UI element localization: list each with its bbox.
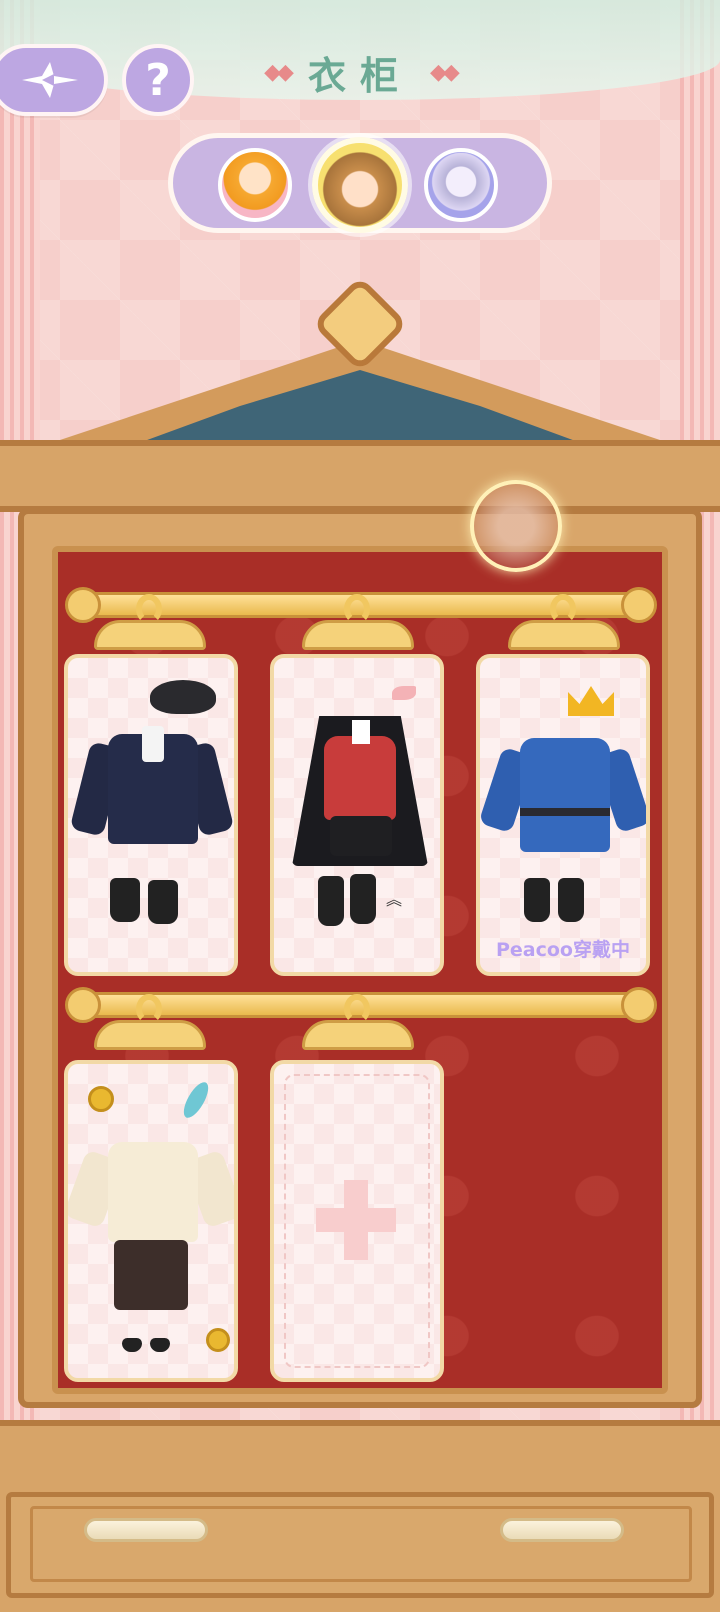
boot-icon <box>110 878 140 922</box>
tunic-icon <box>108 1142 198 1242</box>
hanger-icon <box>302 994 414 1052</box>
character-avatar-3[interactable] <box>424 148 498 222</box>
sparkle-arrow-back-icon <box>22 62 78 98</box>
help-button[interactable]: ? <box>122 44 194 116</box>
outfit-card-vampire[interactable]: ︽ <box>270 654 444 976</box>
bat-icon: ︽ <box>386 890 403 909</box>
wardrobe-cornice <box>0 440 720 512</box>
outfit-card-chinese-style[interactable] <box>64 1060 238 1382</box>
shirt-collar <box>352 720 370 744</box>
title-decoration-right: ◆◆ <box>430 59 460 85</box>
boot-icon <box>148 880 178 924</box>
sparkle-effect <box>470 480 562 572</box>
beret-icon <box>150 680 216 714</box>
character-avatar-1[interactable] <box>218 148 292 222</box>
boot-icon <box>350 874 376 924</box>
shirt-collar <box>142 726 164 762</box>
boot-icon <box>318 876 344 926</box>
coin-icon <box>88 1086 114 1112</box>
page-title: 衣柜 <box>307 53 412 98</box>
wearing-status-label: Peacoo穿戴中 <box>495 939 630 961</box>
coin-icon <box>206 1328 230 1352</box>
add-outfit-slot[interactable] <box>270 1060 444 1382</box>
drawer-handle-right <box>500 1518 624 1542</box>
boot-icon <box>524 878 550 922</box>
coat-icon <box>520 738 610 852</box>
belt <box>520 808 610 816</box>
title-bar: ◆◆ 衣柜 ◆◆ <box>190 40 530 104</box>
drawer-handle-left <box>84 1518 208 1542</box>
hanger-icon <box>94 994 206 1052</box>
shoe-icon <box>122 1338 142 1352</box>
pants-icon <box>114 1240 188 1310</box>
boot-icon <box>558 878 584 922</box>
elf-ears-icon <box>392 686 416 700</box>
shoe-icon <box>150 1338 170 1352</box>
feather-icon <box>179 1078 213 1122</box>
shorts-icon <box>330 816 392 856</box>
hanger-icon <box>302 594 414 652</box>
outfit-card-black-suit[interactable] <box>64 654 238 976</box>
title-decoration-left: ◆◆ <box>264 59 294 85</box>
hanger-icon <box>508 594 620 652</box>
vest-icon <box>324 736 396 820</box>
crown-icon <box>568 686 614 716</box>
hanger-icon <box>94 594 206 652</box>
help-label: ? <box>145 54 171 106</box>
outfit-card-blue-prince[interactable]: Peacoo穿戴中 <box>476 654 650 976</box>
back-button[interactable] <box>0 44 108 116</box>
character-avatar-2-selected[interactable] <box>312 137 408 233</box>
